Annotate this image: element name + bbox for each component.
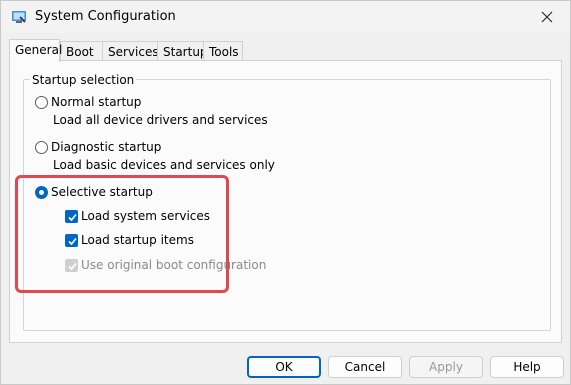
system-configuration-window: System Configuration General Boot Servic… bbox=[0, 0, 571, 385]
normal-startup-radio[interactable] bbox=[35, 96, 48, 109]
normal-startup-label[interactable]: Normal startup bbox=[51, 95, 141, 109]
cancel-button[interactable]: Cancel bbox=[328, 356, 402, 378]
title-bar[interactable]: System Configuration bbox=[1, 1, 570, 33]
ok-button[interactable]: OK bbox=[247, 356, 321, 378]
diagnostic-startup-label[interactable]: Diagnostic startup bbox=[51, 140, 161, 154]
tab-startup[interactable]: Startup bbox=[157, 41, 208, 61]
normal-startup-description: Load all device drivers and services bbox=[53, 113, 268, 127]
startup-selection-label: Startup selection bbox=[30, 73, 137, 87]
tab-general[interactable]: General bbox=[9, 39, 62, 62]
tab-services[interactable]: Services bbox=[102, 41, 159, 61]
tab-tools[interactable]: Tools bbox=[203, 41, 243, 61]
window-title: System Configuration bbox=[35, 9, 176, 24]
diagnostic-startup-description: Load basic devices and services only bbox=[53, 158, 275, 172]
help-button[interactable]: Help bbox=[490, 356, 564, 378]
tab-boot[interactable]: Boot bbox=[60, 41, 103, 61]
apply-button[interactable]: Apply bbox=[409, 356, 483, 378]
diagnostic-startup-radio[interactable] bbox=[35, 141, 48, 154]
msconfig-icon bbox=[11, 9, 27, 25]
selective-startup-highlight bbox=[15, 175, 229, 293]
close-icon[interactable] bbox=[524, 1, 570, 33]
